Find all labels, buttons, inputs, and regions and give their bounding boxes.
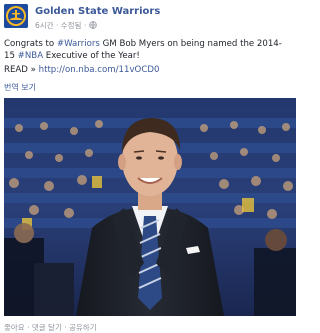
meta-dot-2: · bbox=[83, 21, 87, 30]
post-text-suffix: Executive of the Year! bbox=[43, 51, 140, 61]
article-link[interactable]: http://on.nba.com/11vOCD0 bbox=[39, 65, 160, 75]
bob-myers-photo bbox=[4, 98, 296, 316]
like-button[interactable]: 좋아요 bbox=[4, 323, 25, 332]
meta-dot: · bbox=[55, 21, 59, 30]
hashtag-warriors[interactable]: #Warriors bbox=[57, 39, 100, 49]
action-separator: · bbox=[61, 323, 69, 332]
comment-button[interactable]: 댓글 달기 bbox=[32, 323, 62, 332]
hashtag-nba[interactable]: #NBA bbox=[18, 51, 43, 61]
read-line: READ » http://on.nba.com/11vOCD0 bbox=[4, 65, 159, 75]
facebook-post: Golden State Warriors 6시간 · 수정됨 · Congra… bbox=[0, 0, 300, 333]
share-button[interactable]: 공유하기 bbox=[69, 323, 97, 332]
post-actions: 좋아요 · 댓글 달기 · 공유하기 bbox=[4, 322, 97, 333]
see-translation-link[interactable]: 번역 보기 bbox=[4, 82, 36, 93]
action-separator: · bbox=[24, 323, 32, 332]
page-avatar[interactable] bbox=[4, 4, 28, 28]
post-photo[interactable] bbox=[4, 98, 296, 316]
post-header: Golden State Warriors 6시간 · 수정됨 · bbox=[4, 4, 296, 32]
post-text-prefix: Congrats to bbox=[4, 39, 57, 49]
post-text: Congrats to #Warriors GM Bob Myers on be… bbox=[4, 38, 292, 62]
post-meta: 6시간 · 수정됨 · bbox=[35, 20, 97, 31]
read-label: READ » bbox=[4, 65, 39, 75]
post-time[interactable]: 6시간 bbox=[35, 20, 54, 31]
warriors-logo-icon bbox=[4, 4, 28, 28]
edited-label[interactable]: 수정됨 bbox=[61, 20, 82, 31]
page-name[interactable]: Golden State Warriors bbox=[35, 6, 160, 17]
globe-icon[interactable] bbox=[88, 21, 97, 29]
